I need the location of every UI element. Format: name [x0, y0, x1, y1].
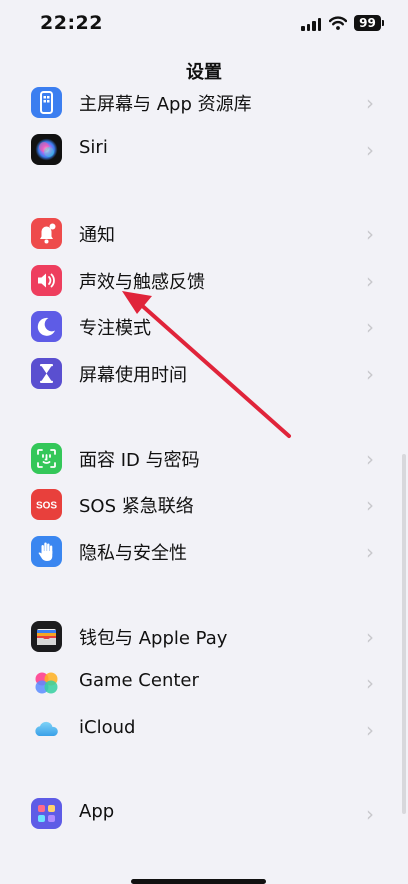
- wifi-icon: [329, 16, 347, 30]
- chevron-right-icon: ›: [366, 269, 374, 293]
- chevron-right-icon: ›: [366, 493, 374, 517]
- wallet-icon: [31, 621, 62, 652]
- settings-item-apps[interactable]: App ›: [0, 790, 408, 836]
- scrollbar[interactable]: [402, 454, 406, 814]
- settings-item-screen-time[interactable]: 屏幕使用时间 ›: [0, 350, 408, 396]
- home-indicator[interactable]: [131, 879, 266, 884]
- settings-item-notifications[interactable]: 通知 ›: [0, 210, 408, 256]
- bell-icon: [31, 218, 62, 249]
- chevron-right-icon: ›: [366, 362, 374, 386]
- settings-item-label: 钱包与 Apple Pay: [79, 628, 228, 649]
- settings-item-label: 声效与触感反馈: [79, 272, 205, 293]
- status-bar: 22:22 99: [0, 0, 408, 50]
- cellular-signal-icon: [301, 18, 323, 31]
- settings-item-game-center[interactable]: Game Center ›: [0, 659, 408, 705]
- chevron-right-icon: ›: [366, 671, 374, 695]
- settings-item-label: iCloud: [79, 717, 136, 738]
- settings-item-label: App: [79, 801, 115, 822]
- siri-icon: [31, 134, 62, 165]
- status-time: 22:22: [40, 12, 103, 34]
- chevron-right-icon: ›: [366, 315, 374, 339]
- settings-item-home-screen[interactable]: 主屏幕与 App 资源库 ›: [0, 79, 408, 125]
- sos-icon: SOS: [31, 489, 62, 520]
- cloud-icon: [31, 714, 62, 745]
- apps-grid-icon: [31, 798, 62, 829]
- home-screen-icon: [31, 87, 62, 118]
- settings-item-label: SOS 紧急联络: [79, 496, 194, 517]
- chevron-right-icon: ›: [366, 91, 374, 115]
- settings-item-label: 屏幕使用时间: [79, 365, 187, 386]
- settings-item-label: Siri: [79, 137, 108, 158]
- battery-tip: [382, 20, 384, 26]
- chevron-right-icon: ›: [366, 222, 374, 246]
- settings-item-face-id[interactable]: 面容 ID 与密码 ›: [0, 435, 408, 481]
- battery-icon: 99: [354, 15, 381, 31]
- settings-item-sounds-haptics[interactable]: 声效与触感反馈 ›: [0, 257, 408, 303]
- hand-icon: [31, 536, 62, 567]
- settings-item-focus[interactable]: 专注模式 ›: [0, 303, 408, 349]
- settings-item-emergency-sos[interactable]: SOS SOS 紧急联络 ›: [0, 481, 408, 527]
- hourglass-icon: [31, 358, 62, 389]
- settings-item-wallet[interactable]: 钱包与 Apple Pay ›: [0, 613, 408, 659]
- settings-item-label: 面容 ID 与密码: [79, 450, 200, 471]
- settings-item-siri[interactable]: Siri ›: [0, 126, 408, 172]
- chevron-right-icon: ›: [366, 540, 374, 564]
- svg-text:SOS: SOS: [36, 501, 57, 512]
- settings-item-label: 隐私与安全性: [79, 543, 187, 564]
- chevron-right-icon: ›: [366, 625, 374, 649]
- game-center-icon: [31, 667, 62, 698]
- settings-item-label: Game Center: [79, 670, 199, 691]
- chevron-right-icon: ›: [366, 718, 374, 742]
- settings-item-icloud[interactable]: iCloud ›: [0, 706, 408, 752]
- chevron-right-icon: ›: [366, 802, 374, 826]
- moon-icon: [31, 311, 62, 342]
- face-id-icon: [31, 443, 62, 474]
- settings-item-privacy[interactable]: 隐私与安全性 ›: [0, 528, 408, 574]
- settings-item-label: 通知: [79, 225, 115, 246]
- chevron-right-icon: ›: [366, 447, 374, 471]
- settings-item-label: 主屏幕与 App 资源库: [79, 94, 252, 115]
- settings-item-label: 专注模式: [79, 318, 151, 339]
- speaker-icon: [31, 265, 62, 296]
- chevron-right-icon: ›: [366, 138, 374, 162]
